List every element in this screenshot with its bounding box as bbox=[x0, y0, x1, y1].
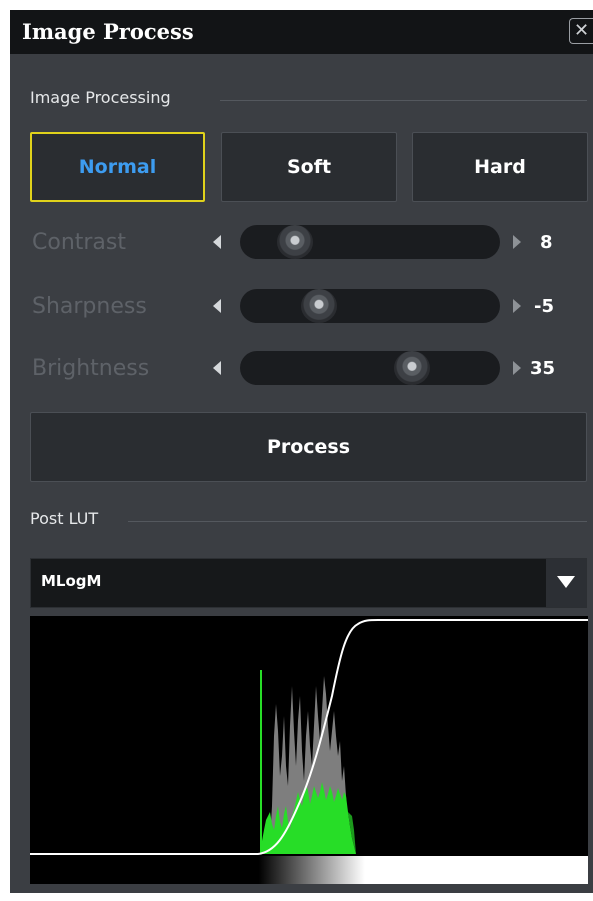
brightness-label: Brightness bbox=[32, 356, 150, 381]
sharpness-slider[interactable] bbox=[240, 289, 500, 323]
section-divider bbox=[220, 100, 587, 101]
sharpness-slider-handle[interactable] bbox=[301, 289, 338, 323]
sharpness-increase-icon[interactable] bbox=[513, 299, 521, 313]
section-divider bbox=[128, 521, 587, 522]
brightness-slider[interactable] bbox=[240, 351, 500, 385]
process-button[interactable]: Process bbox=[30, 412, 587, 482]
normal-mode-button[interactable]: Normal bbox=[30, 132, 205, 202]
brightness-decrease-icon[interactable] bbox=[213, 361, 221, 375]
sharpness-decrease-icon[interactable] bbox=[213, 299, 221, 313]
title-bar: Image Process ✕ bbox=[10, 10, 593, 54]
hard-mode-button[interactable]: Hard bbox=[412, 132, 588, 202]
triangle-down-icon bbox=[557, 576, 575, 588]
sharpness-label: Sharpness bbox=[32, 294, 147, 319]
contrast-label: Contrast bbox=[32, 230, 127, 255]
contrast-slider-handle[interactable] bbox=[277, 225, 314, 259]
dropdown-toggle-button[interactable] bbox=[546, 559, 586, 607]
post-lut-dropdown[interactable]: MLogM bbox=[30, 558, 587, 608]
post-lut-selected-value: MLogM bbox=[41, 572, 102, 590]
lut-histogram-display bbox=[30, 616, 588, 884]
contrast-slider[interactable] bbox=[240, 225, 500, 259]
contrast-increase-icon[interactable] bbox=[513, 235, 521, 249]
brightness-increase-icon[interactable] bbox=[513, 361, 521, 375]
contrast-value: 8 bbox=[540, 232, 553, 253]
soft-mode-button[interactable]: Soft bbox=[221, 132, 397, 202]
image-process-panel: Image Process ✕ Image Processing Normal … bbox=[10, 10, 593, 893]
contrast-decrease-icon[interactable] bbox=[213, 235, 221, 249]
post-lut-label: Post LUT bbox=[30, 509, 105, 528]
close-button[interactable]: ✕ bbox=[569, 18, 593, 44]
image-processing-label: Image Processing bbox=[30, 88, 177, 107]
brightness-value: 35 bbox=[530, 358, 556, 379]
close-icon: ✕ bbox=[573, 20, 590, 41]
window-title: Image Process bbox=[22, 19, 194, 44]
brightness-slider-handle[interactable] bbox=[393, 351, 430, 385]
gradient-bar bbox=[30, 856, 588, 884]
sharpness-value: -5 bbox=[534, 296, 554, 317]
